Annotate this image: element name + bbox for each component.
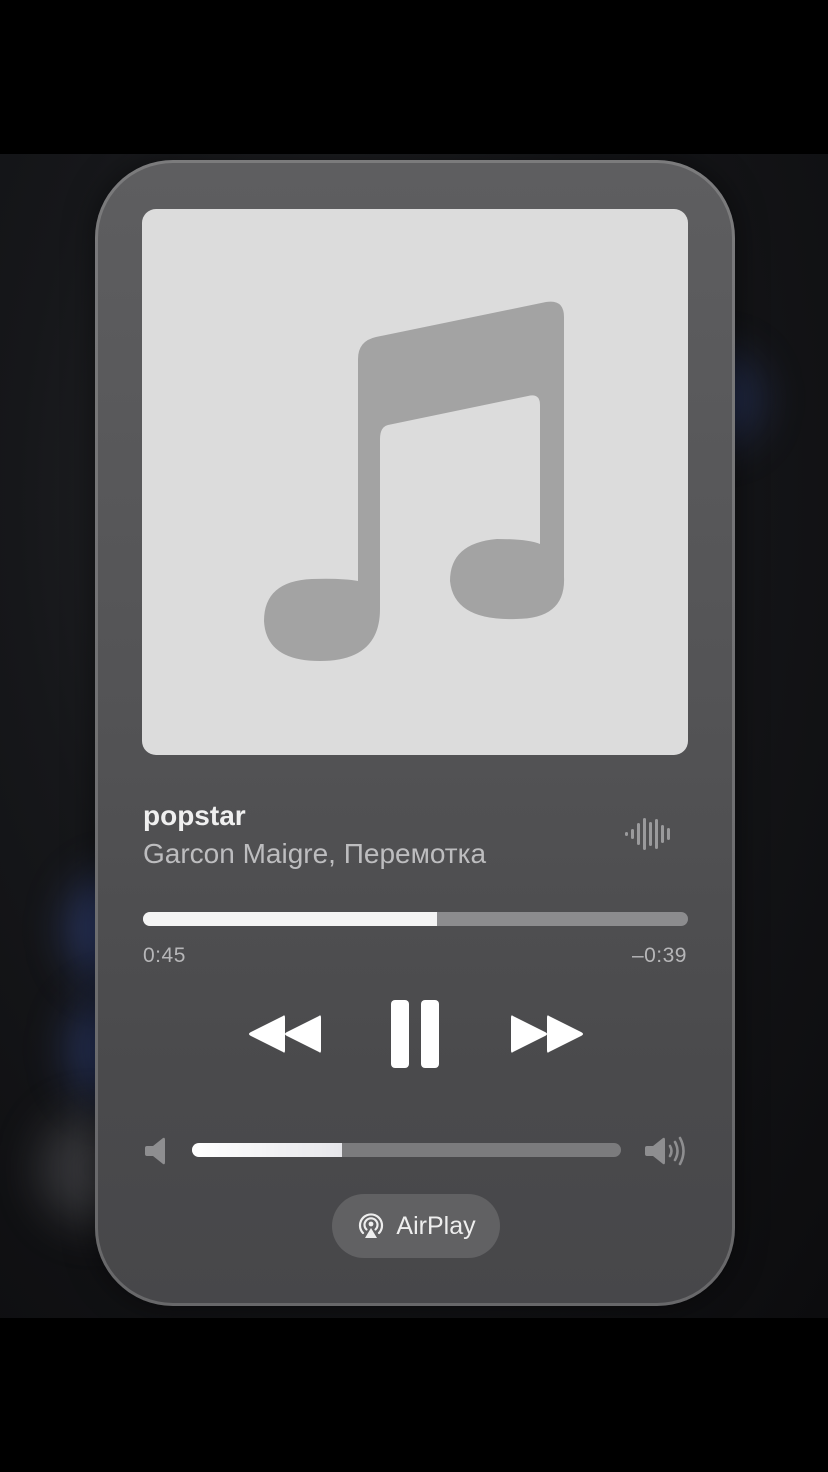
screen: popstar Garcon Maigre, Перемотка 0:45 –0… bbox=[0, 0, 828, 1472]
airplay-label: AirPlay bbox=[396, 1211, 476, 1240]
remaining-time: –0:39 bbox=[631, 944, 687, 967]
album-artwork[interactable] bbox=[142, 209, 688, 755]
rewind-icon[interactable] bbox=[247, 1010, 323, 1058]
track-artist[interactable]: Garcon Maigre, Перемотка bbox=[143, 838, 486, 870]
waveform-icon[interactable] bbox=[625, 817, 671, 851]
volume-slider[interactable] bbox=[192, 1143, 621, 1157]
progress-fill bbox=[143, 912, 438, 926]
track-title: popstar bbox=[143, 800, 246, 831]
now-playing-card: popstar Garcon Maigre, Перемотка 0:45 –0… bbox=[95, 160, 735, 1306]
volume-fill bbox=[192, 1143, 343, 1157]
speaker-high-icon bbox=[645, 1136, 685, 1166]
elapsed-time: 0:45 bbox=[143, 944, 186, 967]
fast-forward-icon[interactable] bbox=[509, 1010, 585, 1058]
pause-icon[interactable] bbox=[387, 998, 443, 1070]
music-note-icon bbox=[264, 301, 565, 661]
airplay-button[interactable]: AirPlay bbox=[332, 1194, 500, 1258]
speaker-low-icon bbox=[145, 1137, 165, 1165]
airplay-icon bbox=[359, 1213, 384, 1238]
progress-scrubber[interactable] bbox=[143, 912, 688, 926]
